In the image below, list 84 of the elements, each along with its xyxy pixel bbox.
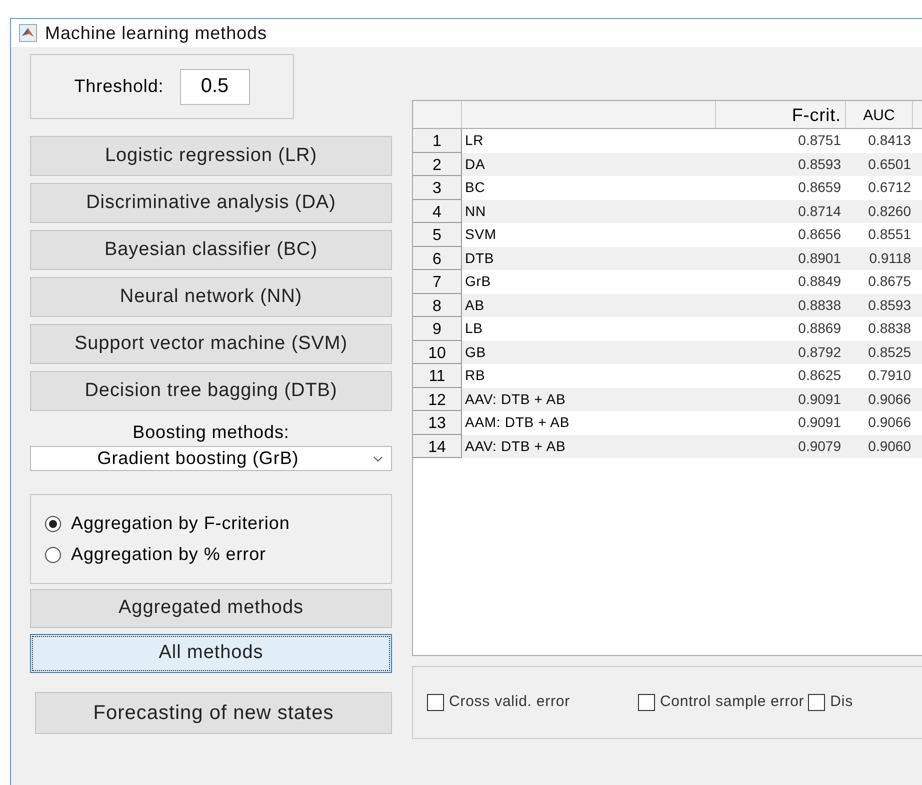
table-cell-text: 0.8593 bbox=[867, 296, 912, 315]
table-cell-text: GrB bbox=[464, 272, 492, 292]
table-cell-text: NN bbox=[464, 202, 487, 221]
radio-button[interactable] bbox=[45, 546, 61, 562]
row-number: 10 bbox=[413, 340, 462, 364]
table-cell-text: AAV: DTB + AB bbox=[464, 390, 567, 409]
row-number: 13 bbox=[413, 411, 462, 434]
table-cell-text: LB bbox=[464, 319, 484, 338]
table-cell-text: BC bbox=[464, 178, 486, 198]
row-number: 5 bbox=[413, 223, 462, 246]
table-cell-text: 0.9066 bbox=[867, 390, 912, 409]
row-number: 12 bbox=[413, 388, 462, 411]
table-cell-text: GB bbox=[464, 342, 487, 362]
table-cell-text: 0.8413 bbox=[867, 131, 912, 150]
table-cell-text: 0.7910 bbox=[867, 366, 912, 386]
boosting-dropdown[interactable]: Gradient boosting (GrB) bbox=[30, 446, 392, 471]
checkbox-label: Control sample error bbox=[660, 692, 804, 712]
table-cell-text: 0.8260 bbox=[867, 202, 912, 221]
table-cell-text: 0.8656 bbox=[797, 225, 842, 244]
table-cell-text: 0.9091 bbox=[797, 390, 842, 409]
table-cell-text: 0.8838 bbox=[867, 319, 912, 338]
table-cell-text: RB bbox=[464, 366, 486, 386]
table-cell-text: 0.8525 bbox=[867, 342, 912, 362]
table-cell-text: 0.8714 bbox=[797, 202, 842, 221]
threshold-label: Threshold: bbox=[74, 75, 164, 98]
checkbox-label: Dis bbox=[830, 692, 853, 712]
method-button[interactable]: Logistic regression (LR) bbox=[30, 136, 392, 176]
radio-label: Aggregation by F-criterion bbox=[71, 512, 290, 535]
table-cell-text: 0.8751 bbox=[797, 131, 842, 150]
table-cell-text: 0.9079 bbox=[797, 436, 842, 456]
row-number: 14 bbox=[413, 434, 462, 458]
checkbox-label: Cross valid. error bbox=[449, 692, 570, 712]
radio-button[interactable] bbox=[45, 516, 61, 532]
table-cell-text: AB bbox=[464, 296, 486, 315]
method-button[interactable]: Decision tree bagging (DTB) bbox=[30, 371, 392, 411]
chevron-down-icon bbox=[373, 456, 383, 462]
method-button[interactable]: Bayesian classifier (BC) bbox=[30, 230, 392, 270]
method-button[interactable]: Support vector machine (SVM) bbox=[30, 324, 392, 364]
row-number: 2 bbox=[413, 152, 462, 176]
table-cell-text: 0.8551 bbox=[867, 225, 912, 244]
checkbox[interactable] bbox=[638, 694, 655, 711]
row-number: 7 bbox=[413, 270, 462, 294]
table-cell-text: 0.8849 bbox=[797, 272, 842, 292]
forecast-button[interactable]: Forecasting of new states bbox=[35, 692, 392, 734]
row-number: 4 bbox=[413, 200, 462, 223]
table-cell-text: 0.8901 bbox=[797, 248, 842, 268]
table-cell-text: 0.9118 bbox=[868, 248, 912, 268]
table-cell-text: DA bbox=[464, 154, 486, 174]
table-cell-text: 0.8625 bbox=[797, 366, 842, 386]
column-header: F-crit. bbox=[716, 101, 846, 128]
table-cell-text: 0.6712 bbox=[867, 178, 912, 198]
table-cell-text: 0.9066 bbox=[867, 413, 912, 432]
checkbox[interactable] bbox=[427, 694, 444, 711]
window-title: Machine learning methods bbox=[45, 22, 267, 45]
table-cell-text: DTB bbox=[464, 248, 496, 268]
row-number: 8 bbox=[413, 294, 462, 317]
table-cell-text: 0.6501 bbox=[867, 154, 912, 174]
row-number: 11 bbox=[413, 364, 462, 388]
table-cell-text: 0.8838 bbox=[797, 296, 842, 315]
table-cell-text: LR bbox=[464, 131, 485, 150]
method-button[interactable]: All methods bbox=[30, 634, 392, 673]
row-number: 3 bbox=[413, 176, 462, 200]
table-cell-text: 0.9060 bbox=[867, 436, 912, 456]
app-logo-icon bbox=[19, 24, 37, 42]
boosting-label: Boosting methods: bbox=[132, 421, 290, 444]
column-header: AUC bbox=[846, 101, 913, 128]
table-cell-text: SVM bbox=[464, 225, 498, 244]
checkbox[interactable] bbox=[808, 694, 826, 711]
row-number: 9 bbox=[413, 317, 462, 340]
method-button[interactable]: Discriminative analysis (DA) bbox=[30, 183, 392, 223]
table-cell-text: 0.8593 bbox=[797, 154, 842, 174]
table-cell-text: AAM: DTB + AB bbox=[464, 413, 571, 432]
method-button[interactable]: Neural network (NN) bbox=[30, 277, 392, 317]
table-cell-text: 0.8869 bbox=[797, 319, 842, 338]
row-number: 1 bbox=[413, 129, 462, 152]
table-cell-text: 0.8675 bbox=[867, 272, 912, 292]
row-number: 6 bbox=[413, 246, 462, 270]
method-button[interactable]: Aggregated methods bbox=[30, 589, 392, 628]
table-cell-text: 0.9091 bbox=[797, 413, 842, 432]
table-cell-text: 0.8659 bbox=[797, 178, 842, 198]
threshold-field[interactable]: 0.5 bbox=[180, 68, 250, 104]
table-cell-text: AAV: DTB + AB bbox=[464, 436, 567, 456]
radio-label: Aggregation by % error bbox=[71, 543, 266, 566]
table-cell-text: 0.8792 bbox=[797, 342, 842, 362]
